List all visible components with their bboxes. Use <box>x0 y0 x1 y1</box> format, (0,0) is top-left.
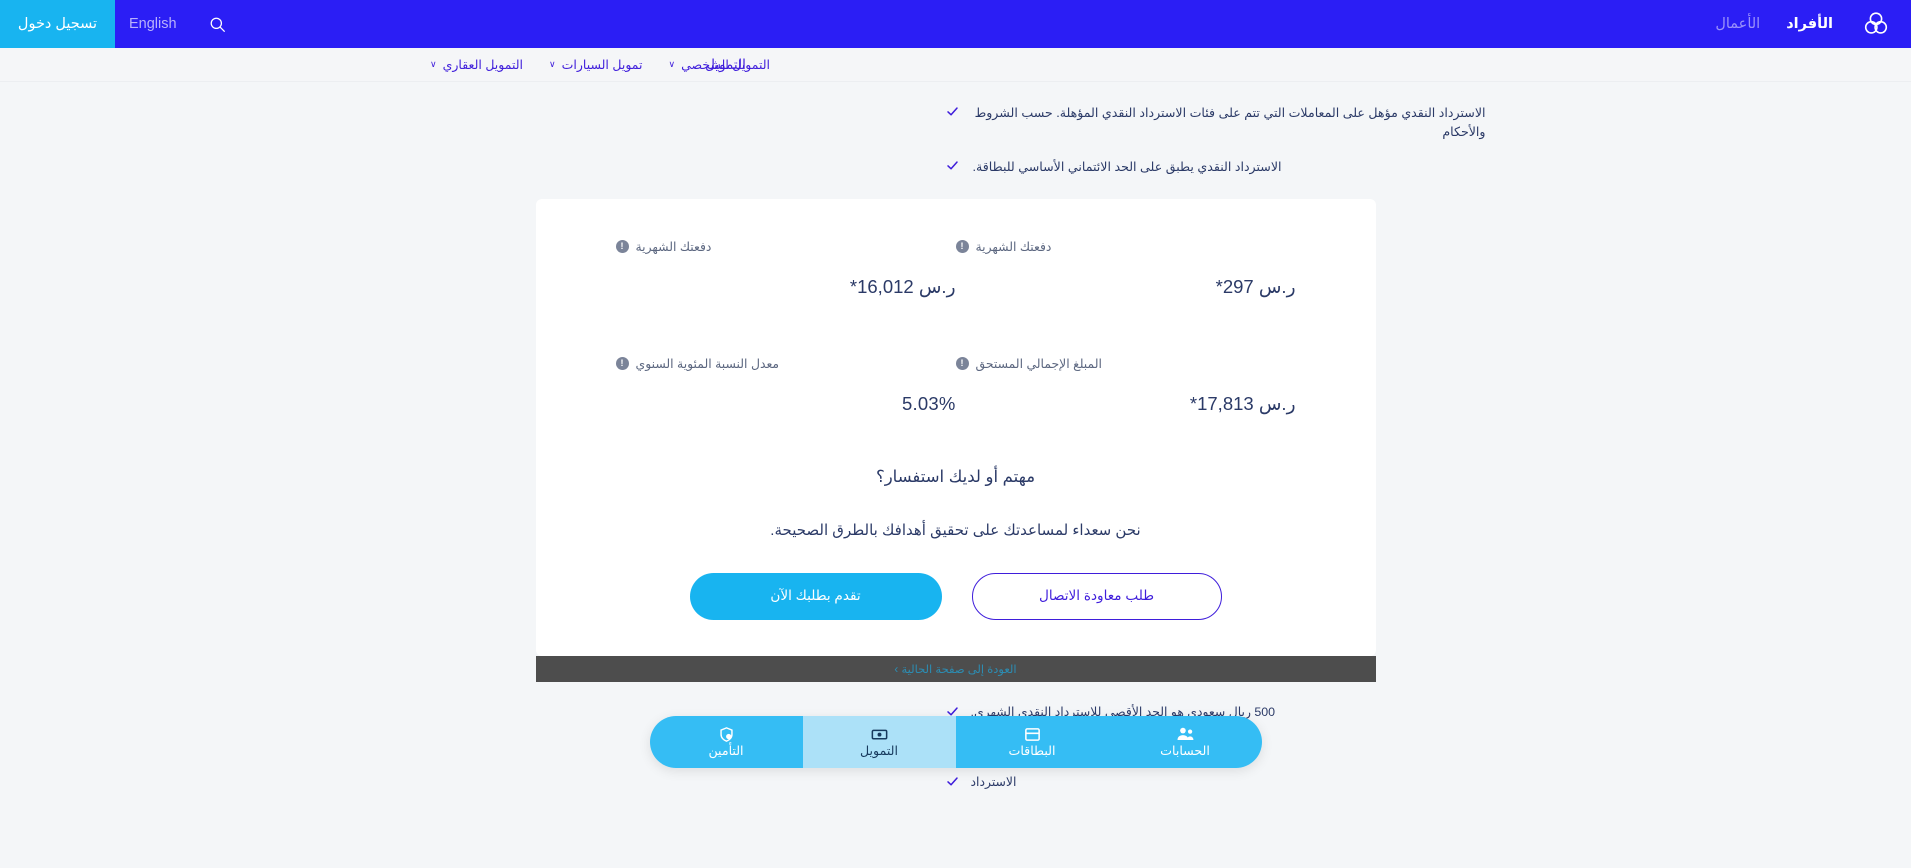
audience-link-individuals[interactable]: الأفراد <box>1786 16 1833 32</box>
top-terms-checklist: الاسترداد النقدي مؤهل على المعاملات التي… <box>0 82 1911 177</box>
figure-monthly-payment-1: دفعتك الشهرية ! ر.س 297* <box>955 239 1296 298</box>
list-item: الاسترداد النقدي مؤهل على المعاملات التي… <box>426 104 1486 142</box>
figure-label-text: المبلغ الإجمالي المستحق <box>975 356 1102 371</box>
cta-section: مهتم أو لديك استفسار؟ نحن سعداء لمساعدتك… <box>536 415 1376 656</box>
bottom-nav-label: التأمين <box>708 744 744 759</box>
main-card-wrapper: دفعتك الشهرية ! ر.س 297* دفعتك الشهرية !… <box>0 198 1911 656</box>
figure-label-text: دفعتك الشهرية <box>635 239 712 254</box>
figure-value: ر.س 17,813* <box>1189 392 1296 414</box>
bottom-nav-item-cards[interactable]: البطاقات <box>955 715 1109 768</box>
figure-apr: معدل النسبة المئوية السنوي ! 5.03% <box>615 356 956 415</box>
login-button[interactable]: تسجيل دخول <box>0 0 115 48</box>
figure-label-text: معدل النسبة المئوية السنوي <box>635 356 780 371</box>
figures-grid: دفعتك الشهرية ! ر.س 297* دفعتك الشهرية !… <box>536 239 1376 415</box>
info-icon[interactable]: ! <box>955 356 969 370</box>
cta-heading: مهتم أو لديك استفسار؟ <box>875 467 1036 486</box>
figure-label-row: دفعتك الشهرية ! <box>615 239 956 254</box>
top-navigation-bar: الأفراد الأعمال English تسجيل دخول <box>0 0 1911 48</box>
figure-label-text: دفعتك الشهرية <box>975 239 1052 254</box>
bank-logo-icon[interactable] <box>1859 7 1893 41</box>
audience-link-business[interactable]: الأعمال <box>1715 16 1760 32</box>
figure-value: 5.03% <box>902 392 956 414</box>
figure-value: ر.س 297* <box>1215 275 1296 297</box>
topbar-right-group: الأفراد الأعمال <box>1715 0 1911 48</box>
check-icon <box>946 105 959 122</box>
info-icon[interactable]: ! <box>615 356 629 370</box>
finance-summary-card: دفعتك الشهرية ! ر.س 297* دفعتك الشهرية !… <box>535 198 1376 656</box>
bottom-nav-label: الحسابات <box>1160 744 1210 759</box>
topbar-left-group: English تسجيل دخول <box>0 0 244 48</box>
check-icon <box>946 775 959 792</box>
info-icon[interactable]: ! <box>955 239 969 253</box>
cta-subheading: نحن سعداء لمساعدتك على تحقيق أهدافك بالط… <box>770 521 1141 539</box>
bottom-navigation-bar: الحسابات البطاقات التمويل التأمين <box>649 715 1262 768</box>
figure-value: ر.س 16,012* <box>849 275 956 297</box>
apply-now-button[interactable]: تقدم بطلبك الآن <box>689 572 942 620</box>
people-accounts-icon <box>1176 725 1195 743</box>
cta-buttons-group: طلب معاودة الاتصال تقدم بطلبك الآن <box>536 572 1376 656</box>
bottom-nav-item-insurance[interactable]: التأمين <box>649 715 803 768</box>
chevron-down-icon: ∨ <box>668 59 676 69</box>
credit-card-icon <box>1023 725 1042 743</box>
search-icon[interactable] <box>191 0 244 48</box>
chevron-down-icon: ∨ <box>549 59 556 69</box>
subnav-item-personal-finance-label: التمويل الشخصي <box>681 58 770 72</box>
language-toggle-link[interactable]: English <box>115 0 191 48</box>
subnav-item-personal-finance[interactable]: التمويل الشخصي ∨ <box>668 57 770 72</box>
check-icon <box>946 159 959 176</box>
list-item: الاسترداد <box>426 774 1486 792</box>
bottom-nav-item-finance[interactable]: التمويل <box>802 715 956 768</box>
figure-label-row: معدل النسبة المئوية السنوي ! <box>615 356 956 371</box>
bottom-nav-label: التمويل <box>860 744 898 759</box>
chevron-down-icon: ∨ <box>430 59 437 69</box>
shield-person-icon <box>717 725 736 743</box>
figure-label-row: دفعتك الشهرية ! <box>955 239 1296 254</box>
request-callback-button[interactable]: طلب معاودة الاتصال <box>971 572 1222 620</box>
subnav-items-group: التمويل الشخصي ∨ تمويل السيارات ∨ التموي… <box>0 57 770 72</box>
banknote-icon <box>870 725 889 743</box>
figure-monthly-payment-2: دفعتك الشهرية ! ر.س 16,012* <box>615 239 956 298</box>
checklist-item-text: الاسترداد النقدي يطبق على الحد الائتماني… <box>972 159 1282 174</box>
list-item: الاسترداد النقدي يطبق على الحد الائتماني… <box>426 158 1486 177</box>
bottom-terms-checklist: 500 ريال سعودي هو الحد الأقصى للاسترداد … <box>0 704 1911 792</box>
return-to-current-page-link[interactable]: العودة إلى صفحة الحالية › <box>894 662 1016 676</box>
subnav-item-auto-finance-label: تمويل السيارات <box>561 58 643 72</box>
bottom-nav-item-accounts[interactable]: الحسابات <box>1108 715 1262 768</box>
figure-total-amount-due: المبلغ الإجمالي المستحق ! ر.س 17,813* <box>955 356 1296 415</box>
figure-label-row: المبلغ الإجمالي المستحق ! <box>955 356 1296 371</box>
subnav-item-auto-finance[interactable]: تمويل السيارات ∨ <box>549 57 642 72</box>
checklist-item-text: الاسترداد النقدي مؤهل على المعاملات التي… <box>974 106 1486 139</box>
info-icon[interactable]: ! <box>615 239 629 253</box>
checklist-item-text: الاسترداد <box>970 774 1017 789</box>
subnav-item-real-estate-finance[interactable]: التمويل العقاري ∨ <box>430 57 523 72</box>
return-bar: العودة إلى صفحة الحالية › <box>535 655 1376 682</box>
sub-navigation-bar: التمويل التمويل الشخصي ∨ تمويل السيارات … <box>0 48 1911 82</box>
bottom-nav-label: البطاقات <box>1008 744 1056 759</box>
subnav-item-real-estate-finance-label: التمويل العقاري <box>442 58 524 72</box>
